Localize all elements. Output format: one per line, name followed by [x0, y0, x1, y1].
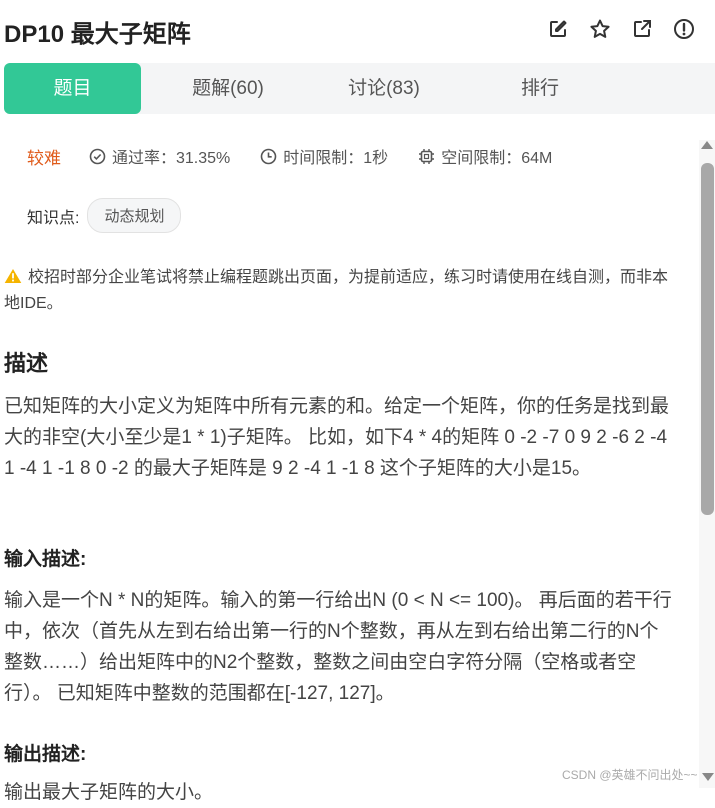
warning-icon	[4, 269, 22, 283]
tab-ranking[interactable]: 排行	[478, 63, 602, 114]
time-limit: 时间限制：1秒	[260, 144, 388, 168]
space-limit-text: 空间限制：64M	[441, 150, 553, 167]
knowledge-label: 知识点:	[27, 209, 80, 227]
problem-header: DP10 最大子矩阵	[0, 0, 715, 60]
scroll-down-arrow-icon[interactable]	[702, 773, 714, 781]
header-actions	[547, 18, 695, 40]
pass-rate: 通过率：31.35%	[89, 144, 230, 168]
time-limit-text: 时间限制：1秒	[283, 150, 389, 167]
knowledge-tag[interactable]: 动态规划	[87, 198, 182, 233]
problem-tabs: 题目 题解(60) 讨论(83) 排行	[4, 63, 715, 114]
edit-icon[interactable]	[547, 18, 569, 40]
tab-problem[interactable]: 题目	[4, 63, 141, 114]
page-title: DP10 最大子矩阵	[4, 21, 191, 48]
difficulty-label: 较难	[27, 148, 61, 168]
input-text: 输入是一个N * N的矩阵。输入的第一行给出N (0 < N <= 100)。 …	[4, 590, 672, 704]
tab-solutions[interactable]: 题解(60)	[166, 63, 290, 114]
warning-text: 校招时部分企业笔试将禁止编程题跳出页面，为提前适应，练习时请使用在线自测，而非本…	[4, 269, 669, 312]
check-circle-icon	[89, 148, 106, 164]
star-icon[interactable]	[589, 18, 611, 40]
tab-discussion[interactable]: 讨论(83)	[322, 63, 446, 114]
warning-notice: 校招时部分企业笔试将禁止编程题跳出页面，为提前适应，练习时请使用在线自测，而非本…	[4, 265, 676, 317]
knowledge-points: 知识点: 动态规划	[27, 198, 182, 233]
output-heading: 输出描述:	[4, 744, 87, 765]
space-limit: 空间限制：64M	[418, 144, 552, 168]
description-heading: 描述	[4, 351, 49, 376]
problem-meta: 较难 通过率：31.35% 时间限制：1秒 空间限制：64M	[27, 144, 582, 168]
chip-icon	[419, 148, 435, 164]
share-icon[interactable]	[631, 18, 653, 40]
input-heading: 输入描述:	[4, 549, 87, 570]
scrollbar-thumb[interactable]	[701, 163, 714, 515]
watermark: CSDN @英雄不问出处~~	[562, 768, 698, 782]
report-icon[interactable]	[673, 18, 695, 40]
clock-icon	[260, 148, 277, 164]
description-text: 已知矩阵的大小定义为矩阵中所有元素的和。给定一个矩阵，你的任务是找到最大的非空(…	[4, 396, 670, 479]
scroll-up-arrow-icon[interactable]	[701, 141, 713, 149]
pass-rate-text: 通过率：31.35%	[112, 150, 231, 167]
